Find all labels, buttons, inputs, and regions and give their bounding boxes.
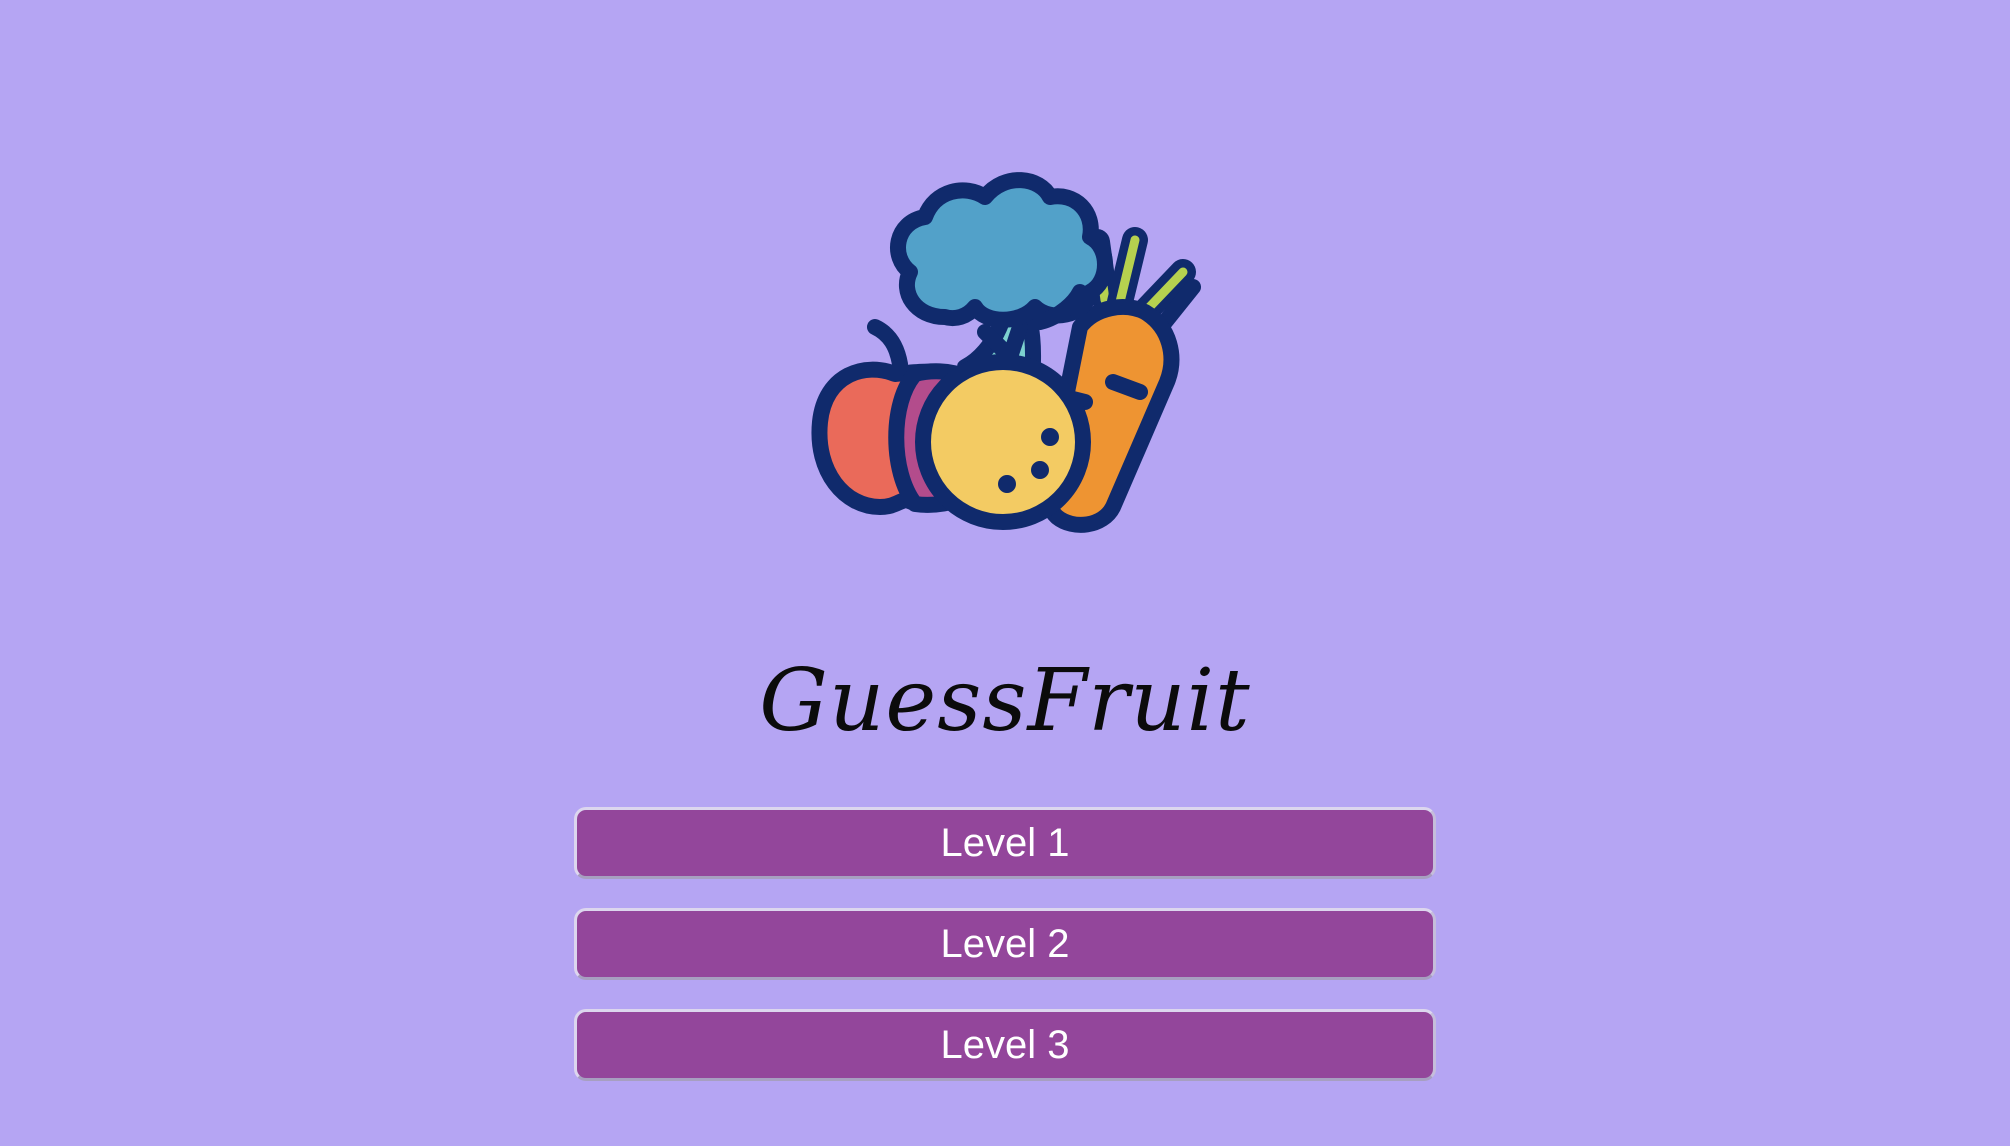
level-3-button[interactable]: Level 3 [574, 1009, 1436, 1081]
game-title: GuessFruit [759, 651, 1251, 751]
fruits-vegetables-illustration [811, 172, 1201, 533]
level-1-button[interactable]: Level 1 [574, 807, 1436, 879]
fruits-vegetables-icon [795, 112, 1215, 542]
level-2-button[interactable]: Level 2 [574, 908, 1436, 980]
